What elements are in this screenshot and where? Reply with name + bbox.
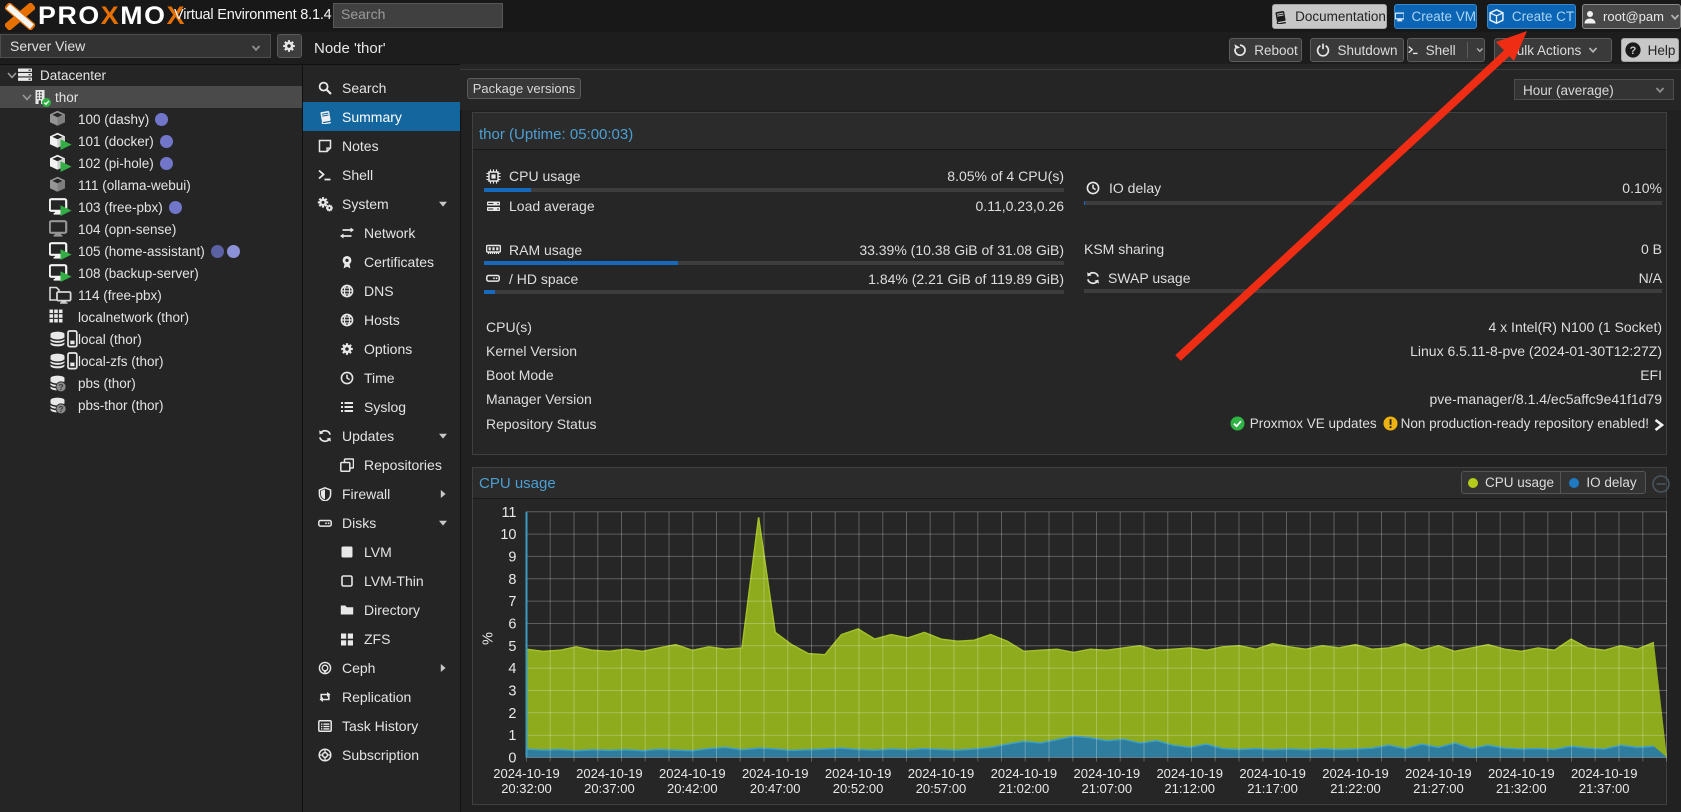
svg-text:20:47:00: 20:47:00 xyxy=(750,781,801,796)
svg-text:4: 4 xyxy=(508,661,516,677)
svg-text:7: 7 xyxy=(508,594,516,610)
svg-text:?: ? xyxy=(1629,45,1636,57)
svg-text:6: 6 xyxy=(508,617,516,633)
svg-text:2024-10-19: 2024-10-19 xyxy=(1074,766,1141,781)
svg-text:21:22:00: 21:22:00 xyxy=(1330,781,1381,796)
svg-text:9: 9 xyxy=(508,549,516,565)
svg-text:21:17:00: 21:17:00 xyxy=(1247,781,1298,796)
svg-text:2024-10-19: 2024-10-19 xyxy=(742,766,809,781)
svg-text:2024-10-19: 2024-10-19 xyxy=(1405,766,1472,781)
svg-text:21:27:00: 21:27:00 xyxy=(1413,781,1464,796)
svg-text:21:07:00: 21:07:00 xyxy=(1081,781,1132,796)
svg-text:2024-10-19: 2024-10-19 xyxy=(576,766,643,781)
svg-text:20:42:00: 20:42:00 xyxy=(667,781,718,796)
svg-text:21:37:00: 21:37:00 xyxy=(1579,781,1630,796)
svg-text:2024-10-19: 2024-10-19 xyxy=(1322,766,1389,781)
svg-text:2024-10-19: 2024-10-19 xyxy=(908,766,975,781)
svg-text:20:37:00: 20:37:00 xyxy=(584,781,635,796)
svg-text:2024-10-19: 2024-10-19 xyxy=(825,766,892,781)
svg-text:21:32:00: 21:32:00 xyxy=(1496,781,1547,796)
svg-text:%: % xyxy=(481,632,497,645)
svg-text:?: ? xyxy=(58,404,63,414)
svg-text:10: 10 xyxy=(500,527,516,543)
svg-text:2024-10-19: 2024-10-19 xyxy=(1571,766,1638,781)
svg-text:21:02:00: 21:02:00 xyxy=(999,781,1050,796)
svg-text:0: 0 xyxy=(508,751,516,767)
svg-text:2: 2 xyxy=(508,706,516,722)
svg-text:20:32:00: 20:32:00 xyxy=(501,781,552,796)
svg-text:11: 11 xyxy=(501,505,516,521)
svg-text:21:12:00: 21:12:00 xyxy=(1164,781,1215,796)
svg-text:20:52:00: 20:52:00 xyxy=(833,781,884,796)
svg-text:2024-10-19: 2024-10-19 xyxy=(493,766,560,781)
svg-text:2024-10-19: 2024-10-19 xyxy=(991,766,1058,781)
svg-text:2024-10-19: 2024-10-19 xyxy=(1488,766,1555,781)
svg-text:2024-10-19: 2024-10-19 xyxy=(1239,766,1306,781)
svg-text:2024-10-19: 2024-10-19 xyxy=(1156,766,1223,781)
svg-text:20:57:00: 20:57:00 xyxy=(916,781,967,796)
svg-text:3: 3 xyxy=(508,684,516,700)
svg-text:?: ? xyxy=(58,382,63,392)
svg-text:8: 8 xyxy=(508,572,516,588)
svg-text:5: 5 xyxy=(508,639,516,655)
svg-text:1: 1 xyxy=(508,728,516,744)
svg-text:2024-10-19: 2024-10-19 xyxy=(659,766,726,781)
